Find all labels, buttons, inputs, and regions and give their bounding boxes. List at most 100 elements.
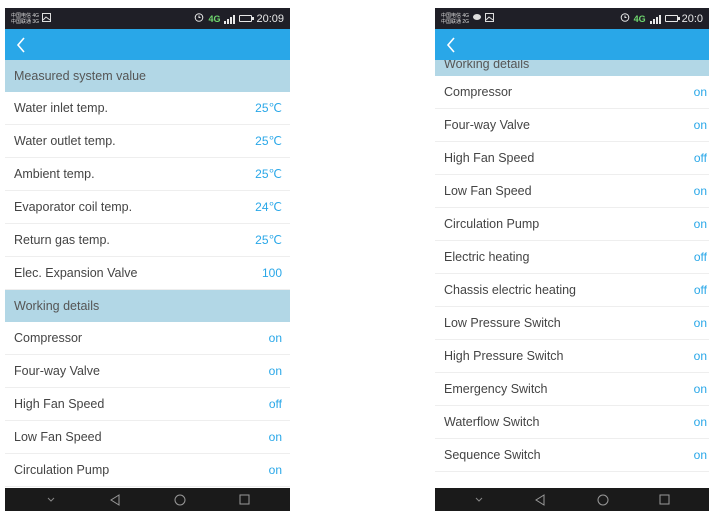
settings-list[interactable]: Measured system value Water inlet temp. 2… <box>5 60 290 488</box>
status-time: 20:09 <box>256 12 284 25</box>
row-label: Evaporator coil temp. <box>14 200 133 214</box>
list-item[interactable]: Circulation Pump on <box>435 208 709 241</box>
row-value: on <box>693 85 707 99</box>
triangle-back-icon[interactable] <box>534 493 546 506</box>
list-item[interactable]: Elec. Expansion Valve 100 <box>5 257 290 290</box>
row-value: on <box>693 118 707 132</box>
row-value: 25℃ <box>255 134 282 148</box>
list-item[interactable]: High Pressure Switch on <box>435 340 709 373</box>
row-label: Electric heating <box>444 250 530 264</box>
list-item[interactable]: Four-way Valve on <box>5 355 290 388</box>
app-bar <box>435 29 709 60</box>
row-value: off <box>693 151 707 165</box>
alarm-clock-icon <box>620 12 630 25</box>
row-value: on <box>268 463 282 477</box>
network-type: 4G <box>208 13 221 24</box>
signal-strength-icon <box>649 14 661 24</box>
row-value: on <box>693 184 707 198</box>
circle-home-icon[interactable] <box>597 494 609 506</box>
list-item[interactable]: High Fan Speed off <box>435 142 709 175</box>
list-item[interactable]: Compressor on <box>435 76 709 109</box>
row-label: Four-way Valve <box>444 118 530 132</box>
row-label: Sequence Switch <box>444 448 541 462</box>
carrier-info: 中国电信 4G 中国联通 2G <box>441 13 469 25</box>
row-value: on <box>693 349 707 363</box>
system-nav-bar <box>435 488 709 511</box>
status-bar: 中国电信 4G 中国联通 3G 4G 20:09 <box>5 8 290 29</box>
row-value: 24℃ <box>255 200 282 214</box>
signal-strength-icon <box>224 14 236 24</box>
row-label: Compressor <box>14 331 83 345</box>
row-value: on <box>268 430 282 444</box>
row-value: on <box>693 415 707 429</box>
carrier-line-2: 中国联通 2G <box>441 18 470 25</box>
list-item[interactable]: Waterflow Switch on <box>435 406 709 439</box>
square-recent-icon[interactable] <box>239 494 250 505</box>
section-header-working: Working details <box>5 290 290 322</box>
image-notification-icon <box>485 12 495 25</box>
list-item[interactable]: Water inlet temp. 25℃ <box>5 92 290 125</box>
list-item[interactable]: Four-way Valve on <box>435 109 709 142</box>
section-header-measured: Measured system value <box>5 60 290 92</box>
row-label: Four-way Valve <box>14 364 100 378</box>
row-value: 25℃ <box>255 233 282 247</box>
row-value: 25℃ <box>255 101 282 115</box>
network-type: 4G <box>633 13 646 24</box>
battery-icon <box>664 15 680 22</box>
row-value: on <box>268 364 282 378</box>
list-item[interactable]: Chassis electric heating off <box>435 274 709 307</box>
list-item[interactable]: Low Pressure Switch on <box>435 307 709 340</box>
row-value: on <box>693 217 707 231</box>
app-bar <box>5 29 290 60</box>
left-phone-screen: 中国电信 4G 中国联通 3G 4G 20:09 Measured system… <box>5 8 290 511</box>
triangle-back-icon[interactable] <box>109 493 121 506</box>
settings-list[interactable]: Working details Compressor on Four-way Va… <box>435 60 709 488</box>
row-label: High Pressure Switch <box>444 349 564 363</box>
status-bar: 中国电信 4G 中国联通 2G 4G 20:0 <box>435 8 709 29</box>
back-button[interactable] <box>439 29 463 60</box>
row-value: on <box>268 331 282 345</box>
row-label: Emergency Switch <box>444 382 548 396</box>
chevron-down-icon[interactable] <box>474 496 484 504</box>
list-item[interactable]: Compressor on <box>5 322 290 355</box>
row-label: Chassis electric heating <box>444 283 577 297</box>
chevron-left-icon <box>446 36 455 53</box>
circle-home-icon[interactable] <box>174 494 186 506</box>
list-item[interactable]: Circulation Pump on <box>5 454 290 487</box>
row-value: on <box>693 382 707 396</box>
list-item[interactable]: High Fan Speed off <box>5 388 290 421</box>
list-item[interactable]: Sequence Switch on <box>435 439 709 472</box>
carrier-line-2: 中国联通 3G <box>11 18 40 25</box>
chevron-down-icon[interactable] <box>46 496 56 504</box>
list-item[interactable]: Electric heating off <box>435 241 709 274</box>
square-recent-icon[interactable] <box>659 494 670 505</box>
row-value: on <box>693 448 707 462</box>
row-label: Waterflow Switch <box>444 415 540 429</box>
alarm-clock-icon <box>194 12 204 25</box>
row-value: off <box>693 283 707 297</box>
row-value: 100 <box>261 266 282 280</box>
row-label: Compressor <box>444 85 513 99</box>
list-item[interactable]: Ambient temp. 25℃ <box>5 158 290 191</box>
row-label: Ambient temp. <box>14 167 95 181</box>
list-item[interactable]: Low Fan Speed on <box>435 175 709 208</box>
list-item[interactable]: Emergency Switch on <box>435 373 709 406</box>
battery-icon <box>239 15 255 22</box>
row-label: High Fan Speed <box>14 397 105 411</box>
row-label: Circulation Pump <box>14 463 110 477</box>
back-button[interactable] <box>9 29 33 60</box>
row-label: High Fan Speed <box>444 151 535 165</box>
row-label: Circulation Pump <box>444 217 540 231</box>
row-label: Water inlet temp. <box>14 101 109 115</box>
row-value: on <box>693 316 707 330</box>
row-label: Elec. Expansion Valve <box>14 266 138 280</box>
image-notification-icon <box>42 12 52 25</box>
list-item[interactable]: Evaporator coil temp. 24℃ <box>5 191 290 224</box>
system-nav-bar <box>5 488 290 511</box>
row-value: off <box>693 250 707 264</box>
list-item[interactable]: Return gas temp. 25℃ <box>5 224 290 257</box>
row-label: Water outlet temp. <box>14 134 116 148</box>
carrier-info: 中国电信 4G 中国联通 3G <box>11 13 39 25</box>
list-item[interactable]: Water outlet temp. 25℃ <box>5 125 290 158</box>
list-item[interactable]: Low Fan Speed on <box>5 421 290 454</box>
